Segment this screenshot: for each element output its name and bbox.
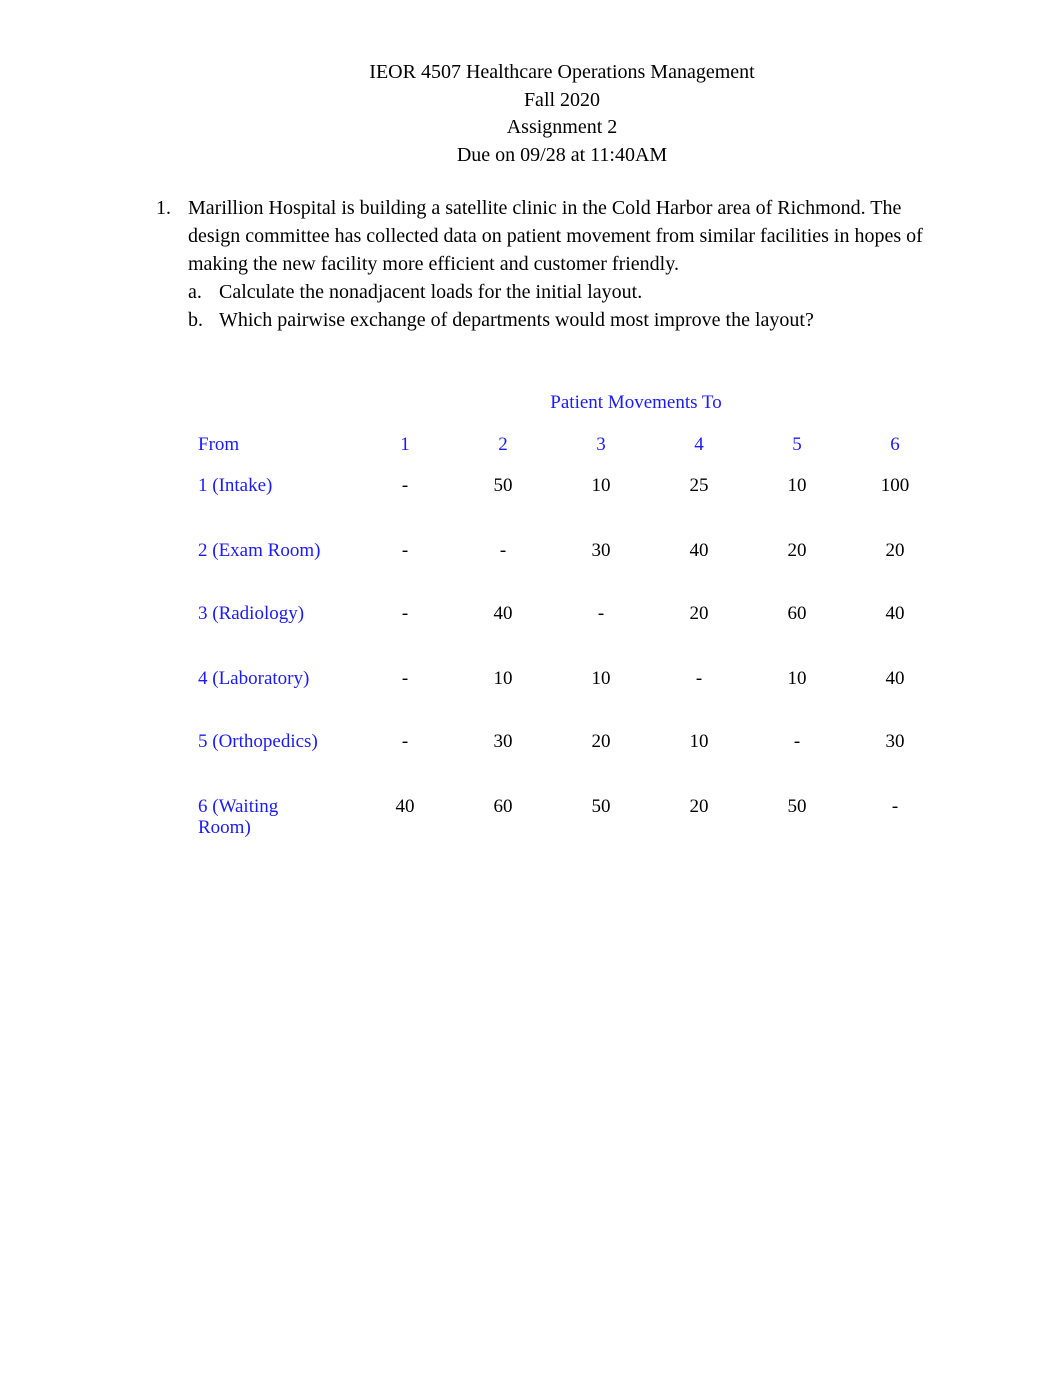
table-cell: 25 [689,475,709,496]
table-cell: 10 [787,668,807,689]
row-label: 4 (Laboratory) [198,668,310,689]
table-cell: 40 [885,668,905,689]
table-cell: 10 [493,668,513,689]
table-cell: 60 [787,603,807,624]
table-cell: 40 [689,540,709,561]
table-cell: 20 [689,796,709,817]
table-cell: - [891,796,899,817]
table-cell: - [401,540,409,561]
column-header: 1 [400,434,410,455]
table-cell: - [695,668,703,689]
table-cell: 50 [591,796,611,817]
row-label-line: Room) [198,817,251,838]
table-cell: 20 [591,731,611,752]
patient-movement-table: Patient Movements To From 1 2 3 4 5 6 1 (Intak… [0,0,1062,1000]
table-cell: - [401,603,409,624]
from-header: From [198,434,240,455]
column-header: 4 [694,434,704,455]
table-cell: 20 [689,603,709,624]
table-cell: 10 [591,475,611,496]
table-cell: 10 [689,731,709,752]
table-cell: 30 [591,540,611,561]
table-cell: - [401,668,409,689]
table-cell: - [793,731,801,752]
table-cell: 10 [787,475,807,496]
column-header: 2 [498,434,508,455]
table-cell: 50 [493,475,513,496]
table-cell: - [597,603,605,624]
table-title: Patient Movements To [550,392,722,413]
row-label: 1 (Intake) [198,475,273,496]
table-cell: 50 [787,796,807,817]
table-cell: 100 [880,475,910,496]
table-cell: 40 [395,796,415,817]
row-label: 6 (Waiting Room) [198,796,278,838]
table-cell: 60 [493,796,513,817]
column-header: 6 [890,434,900,455]
row-label: 5 (Orthopedics) [198,731,318,752]
table-cell: 20 [787,540,807,561]
table-cell: 40 [493,603,513,624]
table-cell: - [401,475,409,496]
row-label: 2 (Exam Room) [198,540,321,561]
column-header: 3 [596,434,606,455]
table-cell: 30 [885,731,905,752]
table-cell: 30 [493,731,513,752]
table-cell: - [499,540,507,561]
row-label: 3 (Radiology) [198,603,305,624]
table-cell: - [401,731,409,752]
table-cell: 20 [885,540,905,561]
column-header: 5 [792,434,802,455]
table-cell: 10 [591,668,611,689]
row-label-line: 6 (Waiting [198,796,279,817]
table-cell: 40 [885,603,905,624]
